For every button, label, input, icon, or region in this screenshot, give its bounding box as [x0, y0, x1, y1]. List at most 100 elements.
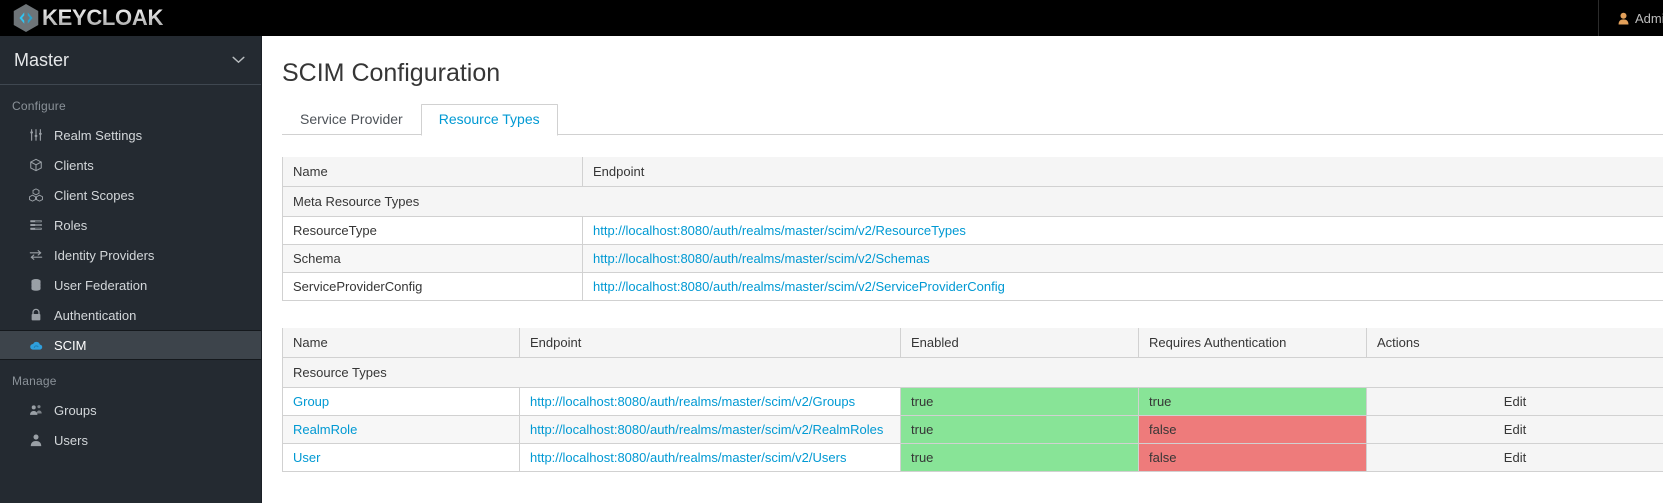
sidebar-item-label: User Federation [54, 277, 148, 293]
sidebar-item-label: Users [54, 432, 88, 448]
endpoint-link[interactable]: http://localhost:8080/auth/realms/master… [593, 223, 966, 238]
edit-button[interactable]: Edit [1504, 422, 1526, 437]
cloud-sync-icon [28, 337, 44, 353]
meta-resource-types-table: Meta Resource Types Name Endpoint Resour… [282, 156, 1663, 301]
cell-endpoint: http://localhost:8080/auth/realms/master… [519, 442, 901, 472]
cubes-icon [28, 187, 44, 203]
cell-name: User [282, 442, 520, 472]
edit-button[interactable]: Edit [1504, 450, 1526, 465]
cell-endpoint: http://localhost:8080/auth/realms/master… [582, 243, 1663, 273]
realm-selector-label: Master [14, 49, 70, 70]
table-row: User http://localhost:8080/auth/realms/m… [282, 442, 1663, 472]
users-group-icon [28, 402, 44, 418]
resource-type-link[interactable]: Group [293, 394, 329, 409]
user-menu[interactable]: Admin [1618, 0, 1663, 36]
list-icon [28, 217, 44, 233]
brand-title: KEYCLOAK [42, 5, 164, 30]
cell-endpoint: http://localhost:8080/auth/realms/master… [582, 215, 1663, 245]
column-header-name: Name [282, 327, 520, 358]
tab-service-provider[interactable]: Service Provider [282, 104, 421, 134]
cell-name: Group [282, 386, 520, 416]
top-header-bar: KEYCLOAK [0, 0, 1663, 36]
sidebar-item-label: Authentication [54, 307, 137, 323]
tab-bar: Service Provider Resource Types [282, 104, 1663, 136]
endpoint-link[interactable]: http://localhost:8080/auth/realms/master… [530, 422, 883, 437]
sidebar-item-groups[interactable]: Groups [0, 395, 261, 425]
sidebar-item-clients[interactable]: Clients [0, 150, 261, 180]
edit-button[interactable]: Edit [1504, 394, 1526, 409]
table-header-row: Name Endpoint [282, 156, 1663, 187]
table-row: ResourceType http://localhost:8080/auth/… [282, 215, 1663, 245]
resource-type-link[interactable]: User [293, 450, 320, 465]
user-icon [28, 432, 44, 448]
meta-resource-types-panel: Meta Resource Types Name Endpoint Resour… [282, 156, 1663, 301]
resource-types-caption: Resource Types [282, 356, 1663, 388]
table-row: ServiceProviderConfig http://localhost:8… [282, 271, 1663, 301]
chevron-down-icon [232, 56, 245, 64]
column-header-actions: Actions [1366, 327, 1663, 358]
header-divider [1598, 0, 1599, 36]
cell-enabled: true [900, 442, 1139, 472]
user-name-label: Admin [1635, 10, 1663, 26]
resource-types-table: Resource Types Name Endpoint Enabled Req… [282, 327, 1663, 472]
cell-endpoint: http://localhost:8080/auth/realms/master… [519, 386, 901, 416]
sidebar-item-label: Groups [54, 402, 97, 418]
endpoint-link[interactable]: http://localhost:8080/auth/realms/master… [530, 394, 855, 409]
sidebar-item-realm-settings[interactable]: Realm Settings [0, 120, 261, 150]
table-header-row: Name Endpoint Enabled Requires Authentic… [282, 327, 1663, 358]
cell-name: ResourceType [282, 215, 583, 245]
cell-enabled: true [900, 386, 1139, 416]
tab-resource-types[interactable]: Resource Types [420, 104, 558, 136]
column-header-requires-authentication: Requires Authentication [1138, 327, 1367, 358]
cell-name: RealmRole [282, 414, 520, 444]
sidebar-item-label: Realm Settings [54, 127, 143, 143]
endpoint-link[interactable]: http://localhost:8080/auth/realms/master… [530, 450, 846, 465]
sidebar-item-label: Roles [54, 217, 88, 233]
cube-icon [28, 157, 44, 173]
main-content: SCIM Configuration Service Provider Reso… [262, 36, 1663, 503]
sidebar-item-users[interactable]: Users [0, 425, 261, 455]
sidebar-item-label: SCIM [54, 337, 87, 353]
nav-section-label-manage: Manage [12, 374, 57, 388]
cell-requires-authentication: true [1138, 386, 1367, 416]
sidebar-navigation: Master Configure Realm Settings Clients … [0, 36, 262, 503]
sidebar-item-label: Identity Providers [54, 247, 155, 263]
page-title: SCIM Configuration [282, 59, 501, 87]
sidebar-item-identity-providers[interactable]: Identity Providers [0, 240, 261, 270]
cell-name: Schema [282, 243, 583, 273]
realm-selector[interactable]: Master [0, 36, 261, 85]
endpoint-link[interactable]: http://localhost:8080/auth/realms/master… [593, 251, 930, 266]
resource-type-link[interactable]: RealmRole [293, 422, 357, 437]
brand-logo-link[interactable]: KEYCLOAK [0, 0, 163, 36]
cell-endpoint: http://localhost:8080/auth/realms/master… [519, 414, 901, 444]
sidebar-item-user-federation[interactable]: User Federation [0, 270, 261, 300]
sidebar-item-label: Client Scopes [54, 187, 135, 203]
table-row: RealmRole http://localhost:8080/auth/rea… [282, 414, 1663, 444]
nav-section-label-configure: Configure [12, 99, 66, 113]
cell-requires-authentication: false [1138, 442, 1367, 472]
column-header-enabled: Enabled [900, 327, 1139, 358]
lock-icon [28, 307, 44, 323]
cell-enabled: true [900, 414, 1139, 444]
endpoint-link[interactable]: http://localhost:8080/auth/realms/master… [593, 279, 1005, 294]
table-caption-row: Meta Resource Types [282, 185, 1663, 217]
meta-resource-types-caption: Meta Resource Types [282, 185, 1663, 217]
table-caption-row: Resource Types [282, 356, 1663, 388]
sidebar-item-authentication[interactable]: Authentication [0, 300, 261, 330]
exchange-arrows-icon [28, 247, 44, 263]
column-header-endpoint: Endpoint [582, 156, 1663, 187]
cell-actions: Edit [1366, 442, 1663, 472]
cell-actions: Edit [1366, 414, 1663, 444]
database-icon [28, 277, 44, 293]
resource-types-panel: Resource Types Name Endpoint Enabled Req… [282, 327, 1663, 472]
cell-actions: Edit [1366, 386, 1663, 416]
keycloak-hexagon-logo-icon [13, 4, 39, 32]
user-avatar-icon [1618, 12, 1629, 24]
table-row: Group http://localhost:8080/auth/realms/… [282, 386, 1663, 416]
sidebar-item-roles[interactable]: Roles [0, 210, 261, 240]
sidebar-item-client-scopes[interactable]: Client Scopes [0, 180, 261, 210]
column-header-endpoint: Endpoint [519, 327, 901, 358]
sidebar-item-label: Clients [54, 157, 94, 173]
keycloak-admin-console: KEYCLOAK Admin Master Configure [0, 0, 1663, 503]
sidebar-item-scim[interactable]: SCIM [0, 330, 261, 360]
